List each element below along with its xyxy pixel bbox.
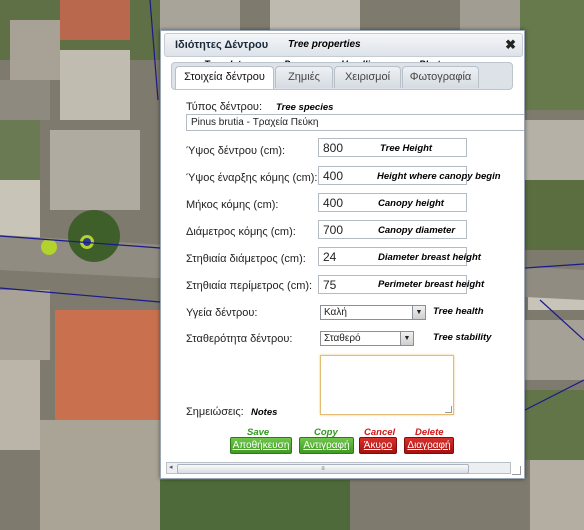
- health-label: Υγεία δέντρου:: [186, 307, 258, 319]
- chevron-down-icon[interactable]: ▼: [412, 306, 425, 319]
- tree-properties-dialog: Ιδιότητες Δέντρου Tree properties ✖ Tree…: [160, 30, 525, 479]
- species-label: Τύπος δέντρου:: [186, 101, 263, 113]
- stability-label: Σταθερότητα δέντρου:: [186, 333, 293, 345]
- resize-grip-icon[interactable]: [445, 406, 452, 413]
- stability-select[interactable]: Σταθερό ▼: [320, 331, 414, 346]
- dialog-title: Ιδιότητες Δέντρου: [175, 39, 269, 51]
- field-annotation: Diameter breast height: [378, 252, 481, 263]
- field-label: Ύψος δέντρου (cm):: [186, 145, 286, 157]
- dialog-resize-grip-icon[interactable]: [512, 466, 521, 475]
- field-label: Διάμετρος κόμης (cm):: [186, 226, 296, 238]
- scroll-left-icon[interactable]: ◂: [169, 463, 173, 473]
- field-label: Μήκος κόμης (cm):: [186, 199, 279, 211]
- health-select[interactable]: Καλή ▼: [320, 305, 426, 320]
- cancel-button[interactable]: Άκυρο: [359, 437, 397, 454]
- tab-strip: Στοιχεία δέντρου Ζημιές Χειρισμοί Φωτογρ…: [171, 62, 513, 90]
- close-icon[interactable]: ✖: [505, 37, 516, 53]
- dialog-titlebar[interactable]: Ιδιότητες Δέντρου Tree properties ✖: [164, 33, 523, 57]
- scrollbar-thumb[interactable]: ≡: [177, 464, 469, 474]
- horizontal-scrollbar[interactable]: ◂ ≡: [166, 462, 511, 474]
- field-label: Στηθιαία διάμετρος (cm):: [186, 253, 306, 265]
- tab-damages[interactable]: Ζημιές: [275, 66, 333, 88]
- chevron-down-icon[interactable]: ▼: [400, 332, 413, 345]
- species-input[interactable]: Pinus brutia - Τραχεία Πεύκη: [186, 114, 524, 131]
- tab-tree-data[interactable]: Στοιχεία δέντρου: [175, 66, 274, 89]
- stability-select-value: Σταθερό: [324, 333, 361, 344]
- field-annotation: Height where canopy begin: [377, 171, 501, 182]
- tab-handlings[interactable]: Χειρισμοί: [334, 66, 401, 88]
- copy-button[interactable]: Αντιγραφή: [299, 437, 354, 454]
- notes-textarea[interactable]: [320, 355, 454, 415]
- stability-annotation: Tree stability: [433, 332, 492, 343]
- field-label: Στηθιαία περίμετρος (cm):: [186, 280, 313, 292]
- field-annotation: Canopy height: [378, 198, 444, 209]
- notes-annotation: Notes: [251, 407, 278, 418]
- health-annotation: Tree health: [433, 306, 484, 317]
- field-annotation: Perimeter breast height: [378, 279, 485, 290]
- tab-photo[interactable]: Φωτογραφία: [402, 66, 479, 88]
- field-label: Ύψος έναρξης κόμης (cm):: [186, 172, 318, 184]
- health-select-value: Καλή: [324, 307, 347, 318]
- dialog-title-annotation: Tree properties: [288, 39, 361, 50]
- species-annotation: Tree species: [276, 102, 334, 113]
- delete-button[interactable]: Διαγραφή: [404, 437, 454, 454]
- field-annotation: Canopy diameter: [378, 225, 456, 236]
- notes-label: Σημειώσεις:: [186, 406, 244, 418]
- field-annotation: Tree Height: [380, 143, 433, 154]
- save-button[interactable]: Αποθήκευση: [230, 437, 292, 454]
